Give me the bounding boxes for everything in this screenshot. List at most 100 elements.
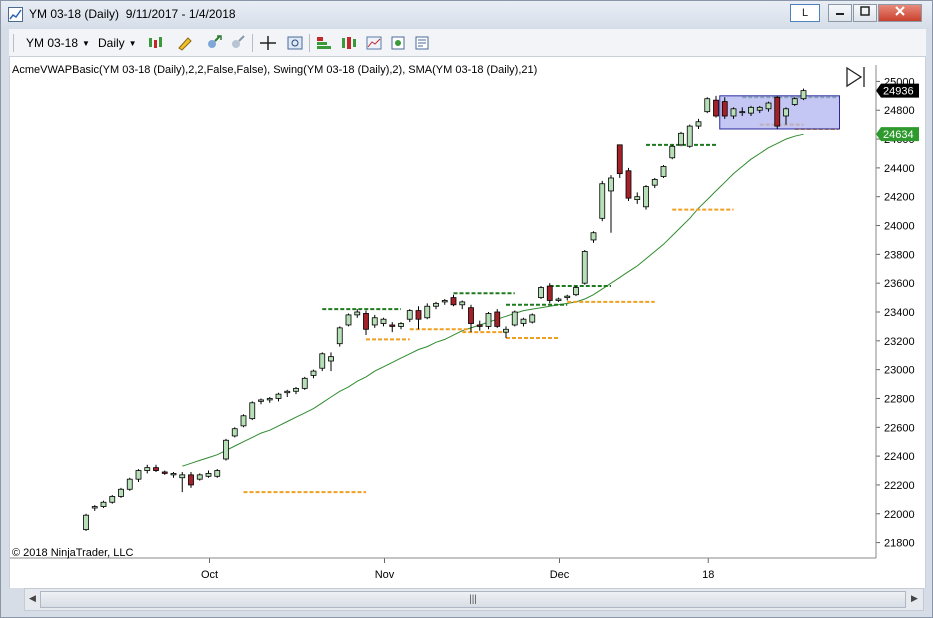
up-candle xyxy=(118,487,124,498)
chevron-down-icon: ▼ xyxy=(128,39,137,48)
last-price-badge: 24936 xyxy=(876,83,919,98)
price-tick-label: 21800 xyxy=(884,538,915,550)
up-candle xyxy=(231,427,238,438)
candle-body xyxy=(573,287,579,296)
candle-body xyxy=(249,402,256,420)
candle-body xyxy=(704,98,711,113)
chart-window-icon xyxy=(8,7,23,22)
chart-style-icon[interactable] xyxy=(147,34,165,52)
candle-body xyxy=(161,471,168,474)
up-candle xyxy=(424,303,431,320)
up-candle xyxy=(538,286,544,300)
data-box-icon[interactable] xyxy=(286,34,304,52)
up-candle xyxy=(214,469,221,478)
up-candle xyxy=(564,294,571,301)
price-tick-label: 22800 xyxy=(884,393,915,405)
crosshair-icon[interactable] xyxy=(259,34,277,52)
candle-body xyxy=(301,377,308,389)
interval-label: Daily xyxy=(98,36,125,50)
properties-icon[interactable] xyxy=(413,34,431,52)
candle-body xyxy=(695,121,702,127)
maximize-icon[interactable] xyxy=(853,4,877,22)
window-title: YM 03-18 (Daily) 9/11/2017 - 1/4/2018 xyxy=(29,7,236,21)
time-tick-label: Oct xyxy=(201,569,218,581)
down-candle xyxy=(774,95,781,129)
candle-body xyxy=(494,311,501,327)
candle-body xyxy=(660,166,667,177)
candle-body xyxy=(310,370,317,376)
price-axis[interactable]: 21800 22000 22200 22400 22600 22800 23000 23200… xyxy=(876,76,915,550)
up-candle xyxy=(310,369,317,379)
title-bar[interactable]: YM 03-18 (Daily) 9/11/2017 - 1/4/2018 L xyxy=(1,1,932,29)
up-candle xyxy=(520,317,527,327)
up-candle xyxy=(336,326,343,347)
candle-body xyxy=(529,314,536,323)
down-candle xyxy=(450,294,457,307)
candle-body xyxy=(380,318,387,324)
chart-toolbar: YM 03-18 ▼ Daily ▼ xyxy=(9,29,926,57)
candle-body xyxy=(459,301,466,306)
down-candle xyxy=(616,144,623,178)
snapshot-icon[interactable] xyxy=(389,34,407,52)
toolbar-separator xyxy=(309,34,310,52)
close-icon[interactable] xyxy=(878,4,922,22)
scroll-right-icon[interactable]: ▶ xyxy=(911,593,918,604)
candle-body xyxy=(424,305,431,319)
candle-body xyxy=(686,125,693,147)
candle-body xyxy=(503,328,509,333)
zoom-out-icon[interactable] xyxy=(229,34,247,52)
candle-body xyxy=(441,300,448,303)
price-tick-label: 22400 xyxy=(884,451,915,463)
scrollbar-thumb[interactable]: ||| xyxy=(40,591,906,608)
candle-body xyxy=(643,186,649,208)
down-candle xyxy=(153,464,159,472)
candle-body xyxy=(564,295,571,298)
link-button[interactable]: L xyxy=(790,4,820,22)
candle-body xyxy=(336,327,343,345)
up-candle xyxy=(529,313,536,324)
candle-body xyxy=(555,298,562,301)
candle-body xyxy=(275,393,282,399)
candle-body xyxy=(223,439,229,460)
drawing-tools-icon[interactable] xyxy=(176,34,194,52)
up-candle xyxy=(126,477,133,491)
candle-body xyxy=(389,324,396,327)
candle-body xyxy=(363,313,369,330)
down-candle xyxy=(494,309,501,328)
candle-body xyxy=(433,302,439,307)
price-chart[interactable]: 21800 22000 22200 22400 22600 22800 23000 23200… xyxy=(10,57,927,588)
candle-body xyxy=(179,474,186,479)
up-candle xyxy=(704,97,711,114)
candle-body xyxy=(188,474,194,486)
candle-body xyxy=(748,106,754,114)
indicators-icon[interactable] xyxy=(315,34,333,52)
candle-body xyxy=(783,108,789,117)
price-tick-label: 23200 xyxy=(884,336,915,348)
up-candle xyxy=(660,165,667,178)
price-tick-label: 22200 xyxy=(884,480,915,492)
templates-icon[interactable] xyxy=(365,34,383,52)
candle-layer[interactable] xyxy=(83,88,807,532)
horizontal-scrollbar[interactable]: ◀ ||| ▶ xyxy=(24,588,924,611)
toolbar-grip xyxy=(13,34,14,52)
interval-selector[interactable]: Daily ▼ xyxy=(98,36,137,50)
play-to-end-icon[interactable] xyxy=(846,66,865,88)
candle-body xyxy=(765,102,772,110)
instrument-selector[interactable]: YM 03-18 ▼ xyxy=(26,36,90,50)
zoom-in-icon[interactable] xyxy=(205,34,223,52)
candle-body xyxy=(100,501,107,507)
time-axis[interactable]: Oct Nov Dec 18 xyxy=(201,558,714,581)
candle-body xyxy=(546,285,553,301)
strategies-icon[interactable] xyxy=(340,34,358,52)
candle-body xyxy=(135,470,142,480)
up-candle xyxy=(109,495,116,504)
chart-panel[interactable]: 21800 22000 22200 22400 22600 22800 23000 23200… xyxy=(9,57,926,588)
down-candle xyxy=(625,167,632,202)
scroll-left-icon[interactable]: ◀ xyxy=(29,593,36,604)
sma-line-layer xyxy=(182,133,804,467)
up-candle xyxy=(441,299,448,305)
candle-body xyxy=(651,179,658,186)
candle-body xyxy=(109,496,116,503)
minimize-icon[interactable] xyxy=(828,4,852,22)
up-candle xyxy=(503,326,509,338)
